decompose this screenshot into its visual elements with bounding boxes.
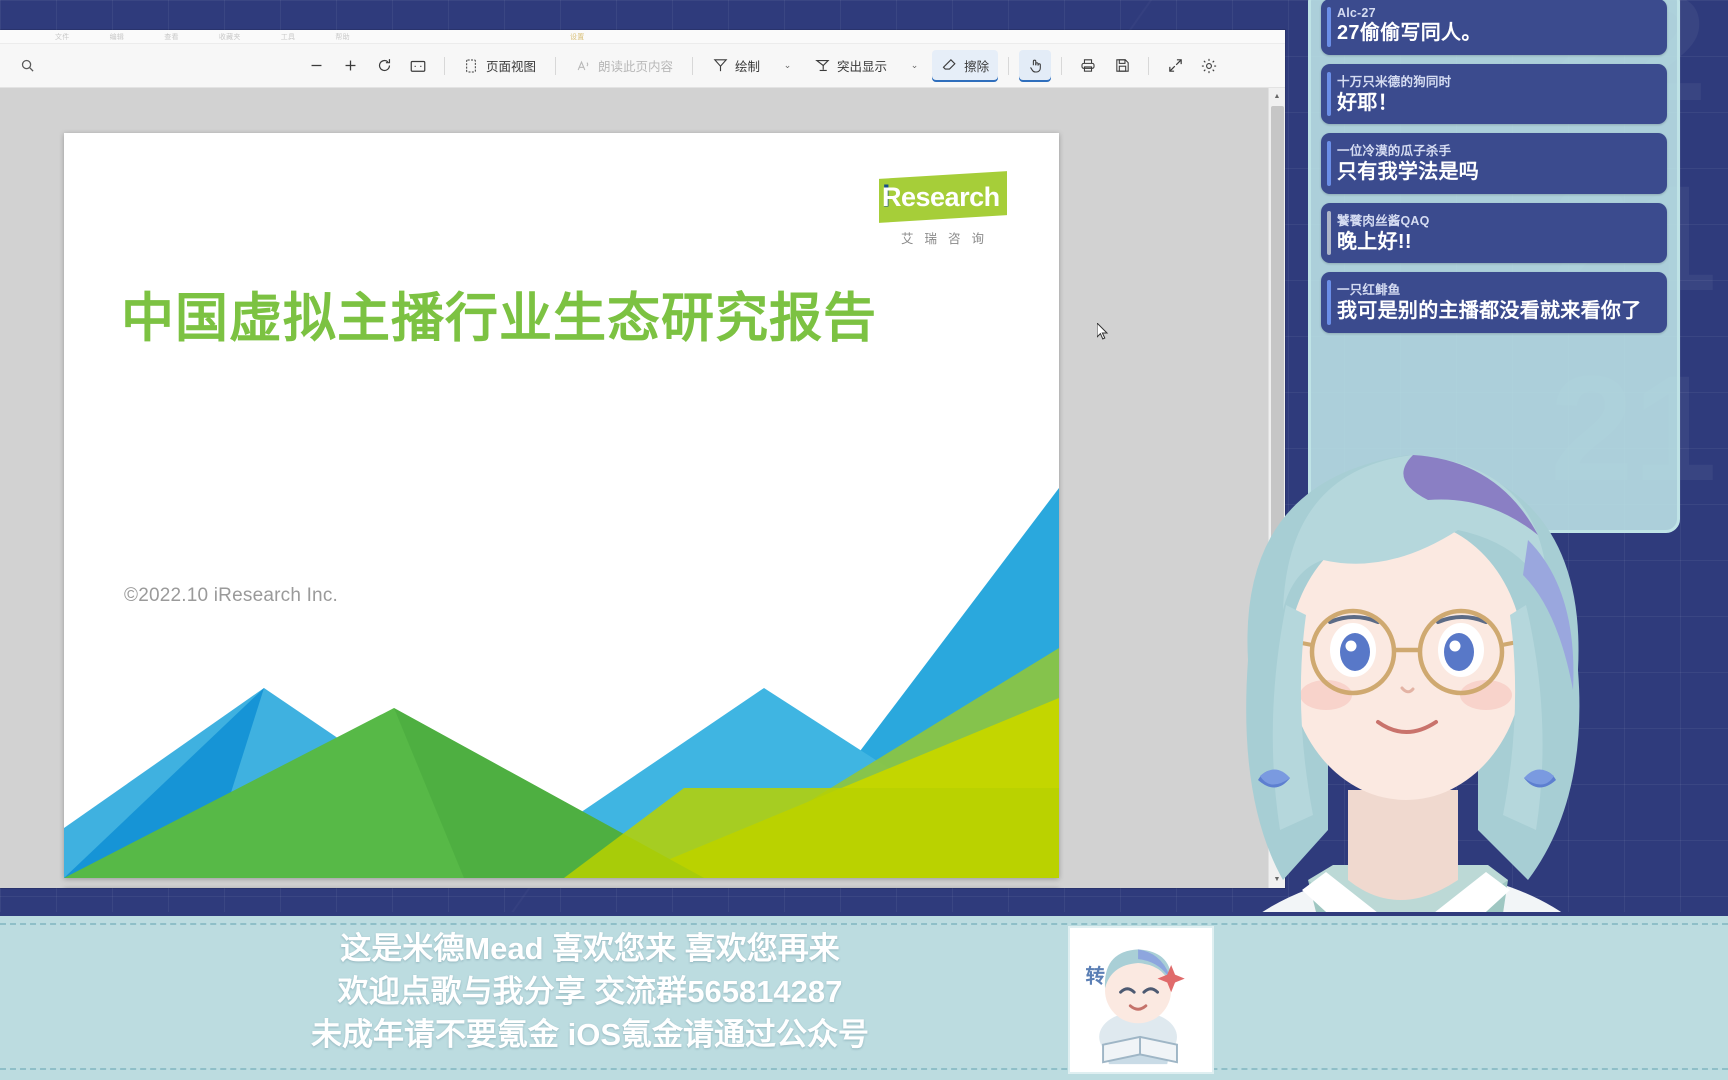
banner-line-3: 未成年请不要氪金 iOS氪金请通过公众号 [310, 1016, 869, 1052]
menu-item-2[interactable]: 查看 [164, 32, 179, 42]
scroll-down-arrow[interactable]: ▼ [1269, 871, 1285, 888]
stream-banner: 这是米德Mead 喜欢您来 喜欢您再来 欢迎点歌与我分享 交流群56581428… [0, 912, 1728, 1080]
chat-message[interactable]: 十万只米德的狗同时 好耶！ [1321, 63, 1667, 125]
draw-caret: ⌄ [783, 60, 792, 70]
save-icon[interactable] [1106, 50, 1138, 82]
zoom-in-button[interactable] [334, 50, 366, 82]
banner-dashed-line-top [0, 923, 1728, 925]
highlight-chevron-down-icon[interactable]: ⌄ [898, 50, 930, 82]
print-icon[interactable] [1072, 50, 1104, 82]
search-icon[interactable] [0, 58, 55, 73]
toolbar-divider-6 [1148, 56, 1150, 75]
mouse-cursor [1097, 323, 1109, 340]
toolbar-divider-5 [1061, 56, 1063, 75]
rotate-icon[interactable] [368, 50, 400, 82]
menu-item-4[interactable]: 工具 [281, 32, 296, 42]
fit-page-icon[interactable] [402, 50, 434, 82]
chat-username: 十万只米德的狗同时 [1337, 74, 1452, 89]
touch-write-button[interactable] [1019, 49, 1052, 82]
menu-item-6[interactable]: 设置 [570, 32, 585, 42]
chat-username: 一只红鲱鱼 [1337, 283, 1401, 298]
chat-username: Alc-27 [1337, 6, 1376, 20]
logo-research-text: Research [882, 181, 1000, 212]
read-aloud-label: 朗读此页内容 [598, 60, 674, 74]
chat-text: 晚上好!! [1337, 230, 1412, 253]
logo-subtitle: 艾瑞咨询 [900, 232, 995, 246]
screen-root: 22 21 21 文件 编辑 查看 收藏夹 工具 帮助 设置 [0, 0, 1728, 1080]
chat-text: 我可是别的主播都没看就来看你了 [1337, 300, 1642, 323]
chat-message[interactable]: 一位冷漠的瓜子杀手 只有我学法是吗 [1321, 133, 1667, 194]
chat-username: 一位冷漠的瓜子杀手 [1337, 144, 1452, 159]
menu-item-5[interactable]: 帮助 [335, 32, 350, 42]
chat-message[interactable]: Alc-27 27偷偷写同人。 [1321, 0, 1667, 55]
draw-button[interactable]: 绘制 [703, 50, 769, 82]
gear-icon[interactable] [1193, 50, 1225, 82]
draw-chevron-down-icon[interactable]: ⌄ [771, 50, 803, 82]
banner-text: 这是米德Mead 喜欢您来 喜欢您再来 欢迎点歌与我分享 交流群56581428… [0, 928, 1180, 1056]
live-chat-panel[interactable]: Alc-27 27偷偷写同人。 十万只米德的狗同时 好耶！ 一位冷漠的瓜子杀手 … [1308, 0, 1680, 533]
toolbar-divider-3 [692, 56, 694, 75]
draw-label: 绘制 [735, 60, 761, 74]
toolbar-divider-2 [555, 56, 557, 75]
pdf-viewer-window: 文件 编辑 查看 收藏夹 工具 帮助 设置 页面视图 朗读此页内容 绘制 ⌄ 突… [0, 30, 1285, 888]
iresearch-logo: i Research 艾瑞咨询 [879, 171, 1007, 247]
zoom-out-button[interactable] [300, 50, 332, 82]
chat-text: 27偷偷写同人。 [1337, 22, 1482, 44]
pdf-toolbar: 页面视图 朗读此页内容 绘制 ⌄ 突出显示 ⌄ 擦除 [0, 44, 1285, 88]
scroll-up-arrow[interactable]: ▲ [1269, 88, 1285, 105]
slide-copyright: ©2022.10 iResearch Inc. [124, 585, 338, 606]
pdf-scrollbar[interactable]: ▲ ▼ [1268, 88, 1285, 888]
menu-item-0[interactable]: 文件 [55, 32, 70, 42]
toolbar-main-group: 页面视图 朗读此页内容 绘制 ⌄ 突出显示 ⌄ 擦除 [55, 49, 1263, 82]
toolbar-divider-1 [444, 56, 445, 75]
highlight-label: 突出显示 [837, 60, 888, 74]
chat-message[interactable]: 饕餮肉丝酱QAQ 晚上好!! [1321, 202, 1667, 264]
menu-item-1[interactable]: 编辑 [110, 32, 125, 42]
page-view-button[interactable]: 页面视图 [455, 50, 545, 82]
banner-line-1: 这是米德Mead 喜欢您来 喜欢您再来 [340, 931, 840, 966]
browser-menu-strip: 文件 编辑 查看 收藏夹 工具 帮助 设置 [0, 30, 1285, 44]
banner-dashed-line-bottom [0, 1068, 1728, 1070]
erase-button[interactable]: 擦除 [932, 49, 999, 82]
chat-text: 只有我学法是吗 [1337, 161, 1480, 184]
read-aloud-button[interactable]: 朗读此页内容 [566, 50, 682, 82]
logo-mark: i Research [879, 171, 1007, 223]
svg-text:转: 转 [1086, 964, 1106, 987]
pdf-page-1: 中国虚拟主播行业生态研究报告 ©2022.10 iResearch Inc. i… [64, 133, 1059, 878]
erase-label: 擦除 [964, 60, 990, 74]
menu-item-3[interactable]: 收藏夹 [219, 32, 241, 42]
toolbar-divider-4 [1008, 56, 1010, 75]
pdf-viewport[interactable]: 中国虚拟主播行业生态研究报告 ©2022.10 iResearch Inc. i… [0, 88, 1285, 888]
chibi-emote-art: 转 [1070, 928, 1212, 1072]
chat-text: 好耶！ [1337, 91, 1398, 114]
banner-line-2: 欢迎点歌与我分享 交流群565814287 [337, 973, 843, 1009]
scrollbar-thumb[interactable] [1271, 106, 1284, 716]
highlight-caret: ⌄ [910, 60, 919, 70]
highlight-button[interactable]: 突出显示 [805, 50, 896, 82]
page-view-label: 页面视图 [486, 60, 537, 74]
slide-title: 中国虚拟主播行业生态研究报告 [121, 289, 877, 348]
slide-decoration-art [64, 488, 1059, 878]
chibi-emote-image: 转 [1068, 926, 1214, 1074]
chat-username: 饕餮肉丝酱QAQ [1337, 213, 1430, 228]
chat-message[interactable]: 一只红鲱鱼 我可是别的主播都没看就来看你了 [1321, 272, 1667, 333]
fullscreen-icon[interactable] [1159, 50, 1191, 82]
